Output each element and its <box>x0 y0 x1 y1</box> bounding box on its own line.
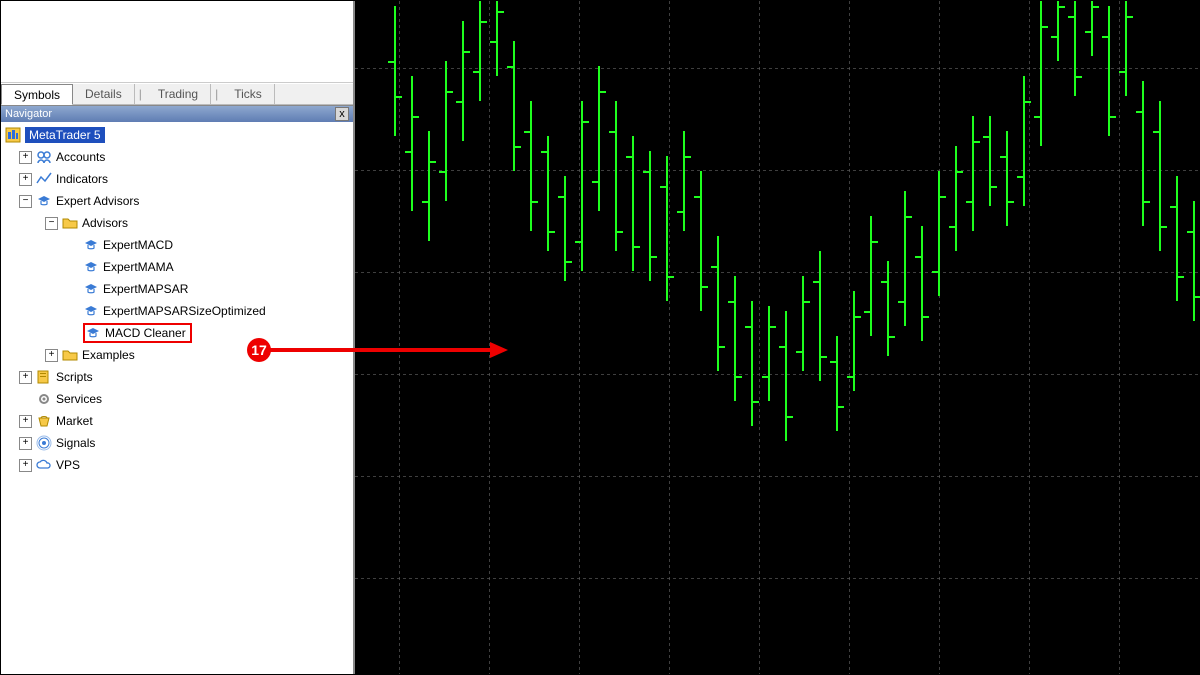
signals-icon <box>36 435 52 451</box>
cap-icon <box>83 237 99 253</box>
navigator-tree: MetaTrader 5 + Accounts + Indicators <box>1 122 353 674</box>
tree-ea-mapsar-size[interactable]: ExpertMAPSARSizeOptimized <box>5 300 349 322</box>
navigator-titlebar[interactable]: Navigator x <box>1 105 353 122</box>
tree-label: Expert Advisors <box>56 194 139 208</box>
gear-icon <box>36 391 52 407</box>
tab-bar: Symbols Details | Trading | Ticks <box>1 83 353 105</box>
cloud-icon <box>36 457 52 473</box>
expand-icon[interactable]: + <box>19 173 32 186</box>
tree-label: Indicators <box>56 172 108 186</box>
market-icon <box>36 413 52 429</box>
navigator-title-text: Navigator <box>5 106 52 123</box>
tree-label: ExpertMAPSARSizeOptimized <box>103 304 266 318</box>
folder-icon <box>62 215 78 231</box>
scripts-icon <box>36 369 52 385</box>
cap-icon <box>83 281 99 297</box>
accounts-icon <box>36 149 52 165</box>
tree-label: VPS <box>56 458 80 472</box>
expand-icon[interactable]: + <box>19 459 32 472</box>
tree-label: Advisors <box>82 216 128 230</box>
tree-signals[interactable]: + Signals <box>5 432 349 454</box>
tree-services[interactable]: Services <box>5 388 349 410</box>
highlighted-item[interactable]: MACD Cleaner <box>83 323 192 343</box>
tab-details[interactable]: Details <box>73 84 135 104</box>
app-window: Symbols Details | Trading | Ticks Naviga… <box>0 0 1200 675</box>
cap-icon <box>36 193 52 209</box>
tree-indicators[interactable]: + Indicators <box>5 168 349 190</box>
tree-label: ExpertMAPSAR <box>103 282 188 296</box>
tree-label: Accounts <box>56 150 105 164</box>
tree-ea-mama[interactable]: ExpertMAMA <box>5 256 349 278</box>
tab-ticks[interactable]: Ticks <box>222 84 275 104</box>
folder-icon <box>62 347 78 363</box>
expand-icon[interactable]: + <box>19 371 32 384</box>
cap-icon <box>83 303 99 319</box>
indicators-icon <box>36 171 52 187</box>
app-icon <box>5 127 21 143</box>
tree-ea-macd-cleaner[interactable]: MACD Cleaner <box>5 322 349 344</box>
expand-icon[interactable]: + <box>19 415 32 428</box>
tree-vps[interactable]: + VPS <box>5 454 349 476</box>
tree-label: Signals <box>56 436 95 450</box>
tree-label: ExpertMAMA <box>103 260 174 274</box>
chart-grid <box>355 1 1200 674</box>
tab-separator: | <box>211 87 222 101</box>
tree-ea-mapsar[interactable]: ExpertMAPSAR <box>5 278 349 300</box>
expand-icon[interactable]: + <box>19 151 32 164</box>
tree-root[interactable]: MetaTrader 5 <box>5 124 349 146</box>
close-icon[interactable]: x <box>335 107 349 121</box>
tab-separator: | <box>135 87 146 101</box>
collapse-icon[interactable]: − <box>45 217 58 230</box>
tree-label: Scripts <box>56 370 93 384</box>
tree-root-label: MetaTrader 5 <box>25 127 105 143</box>
tree-market[interactable]: + Market <box>5 410 349 432</box>
tree-scripts[interactable]: + Scripts <box>5 366 349 388</box>
cap-icon <box>83 259 99 275</box>
collapse-icon[interactable]: − <box>19 195 32 208</box>
cap-icon <box>85 325 101 341</box>
chart-area[interactable] <box>355 1 1200 674</box>
tab-symbols[interactable]: Symbols <box>1 84 73 105</box>
left-pane: Symbols Details | Trading | Ticks Naviga… <box>1 1 355 674</box>
expand-icon[interactable]: + <box>19 437 32 450</box>
tab-trading[interactable]: Trading <box>146 84 211 104</box>
tree-examples-folder[interactable]: + Examples <box>5 344 349 366</box>
tree-label: MACD Cleaner <box>105 326 186 340</box>
tree-label: Services <box>56 392 102 406</box>
tree-expert-advisors[interactable]: − Expert Advisors <box>5 190 349 212</box>
tree-label: ExpertMACD <box>103 238 173 252</box>
symbols-panel-body <box>1 1 353 83</box>
tree-accounts[interactable]: + Accounts <box>5 146 349 168</box>
tree-ea-macd[interactable]: ExpertMACD <box>5 234 349 256</box>
expand-icon[interactable]: + <box>45 349 58 362</box>
tree-advisors-folder[interactable]: − Advisors <box>5 212 349 234</box>
tree-label: Examples <box>82 348 135 362</box>
tree-label: Market <box>56 414 93 428</box>
